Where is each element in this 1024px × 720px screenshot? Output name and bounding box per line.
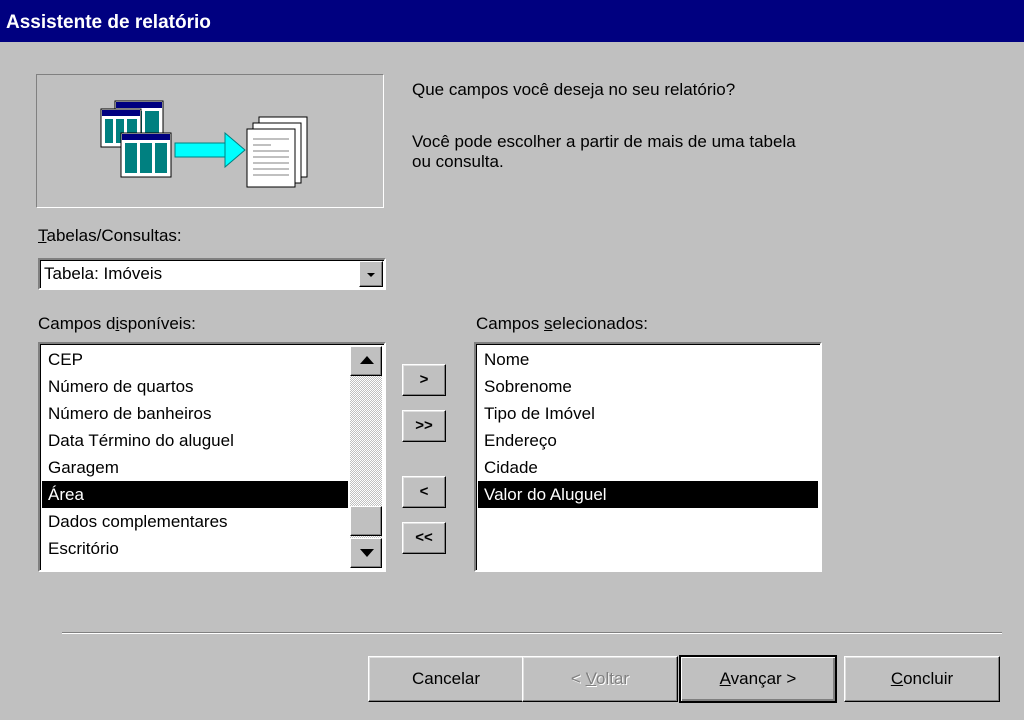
list-item[interactable]: Número de banheiros [42, 400, 348, 427]
scroll-up-button[interactable] [350, 346, 382, 376]
window-title: Assistente de relatório [6, 12, 211, 33]
list-item[interactable]: Sobrenome [478, 373, 818, 400]
tables-combobox-value: Tabela: Imóveis [44, 264, 163, 283]
list-item[interactable]: Tipo de Imóvel [478, 400, 818, 427]
wizard-illustration [36, 74, 384, 208]
list-item[interactable]: Área [42, 481, 348, 508]
list-item[interactable]: Endereço [478, 427, 818, 454]
tables-to-report-icon [100, 100, 308, 188]
tables-icon [100, 100, 172, 178]
tables-label: Tabelas/Consultas: [38, 226, 182, 245]
scroll-down-button[interactable] [350, 538, 382, 568]
wizard-question: Que campos você deseja no seu relatório? [412, 80, 736, 99]
wizard-info-line-2: ou consulta. [412, 152, 504, 171]
add-field-button[interactable]: > [402, 364, 446, 396]
list-item[interactable]: Valor do Aluguel [478, 481, 818, 508]
list-item[interactable]: Garagem [42, 454, 348, 481]
arrow-right-icon [174, 131, 246, 169]
selected-fields-list[interactable]: Nome Sobrenome Tipo de Imóvel Endereço Cidad… [474, 342, 822, 572]
remove-field-button[interactable]: < [402, 476, 446, 508]
scroll-thumb[interactable] [350, 506, 382, 536]
scroll-down-icon [360, 549, 374, 557]
back-button[interactable]: < Voltar [522, 656, 678, 702]
selected-fields-label: Campos selecionados: [476, 314, 648, 333]
dropdown-button[interactable] [359, 261, 383, 287]
footer-separator [62, 632, 1002, 634]
wizard-info-line-1: Você pode escolher a partir de mais de u… [412, 132, 796, 151]
dropdown-arrow-icon [367, 273, 375, 277]
tables-combobox[interactable]: Tabela: Imóveis [38, 258, 386, 290]
cancel-button[interactable]: Cancelar [368, 656, 524, 702]
scroll-up-icon [360, 356, 374, 364]
report-icon [246, 116, 308, 188]
remove-all-fields-button[interactable]: << [402, 522, 446, 554]
available-fields-scrollbar[interactable] [350, 346, 382, 568]
list-item[interactable]: Escritório [42, 535, 348, 562]
next-button[interactable]: Avançar > [679, 655, 837, 703]
list-item[interactable]: Número de quartos [42, 373, 348, 400]
list-item[interactable]: Dados complementares [42, 508, 348, 535]
finish-button[interactable]: Concluir [844, 656, 1000, 702]
list-item[interactable]: Nome [478, 346, 818, 373]
available-fields-list[interactable]: CEP Número de quartos Número de banheiros D… [38, 342, 386, 572]
available-fields-label: Campos disponíveis: [38, 314, 196, 333]
add-all-fields-button[interactable]: >> [402, 410, 446, 442]
list-item[interactable]: CEP [42, 346, 348, 373]
list-item[interactable]: Data Término do aluguel [42, 427, 348, 454]
title-bar: Assistente de relatório [0, 0, 1024, 42]
list-item[interactable]: Cidade [478, 454, 818, 481]
